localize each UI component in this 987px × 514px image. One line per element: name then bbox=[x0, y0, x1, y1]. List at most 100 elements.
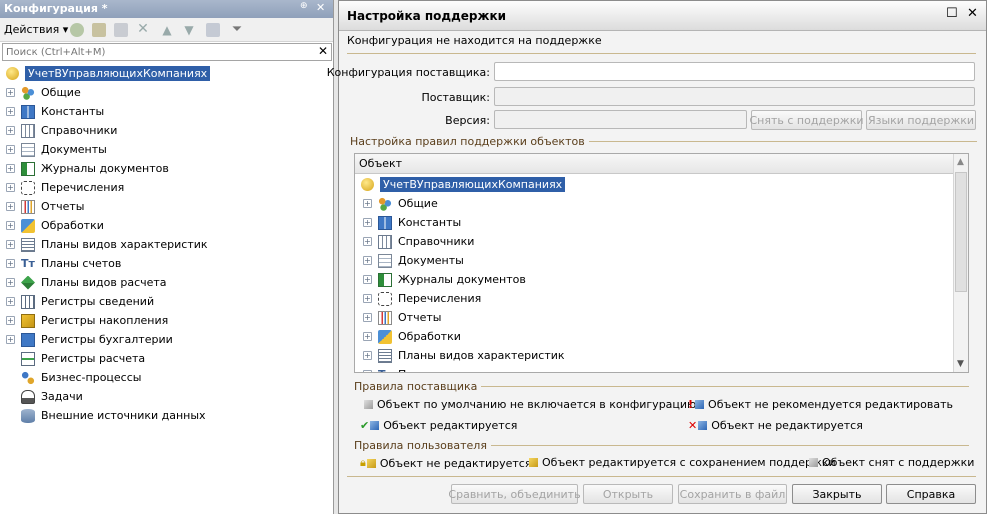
tree-item[interactable]: + Перечисления bbox=[6, 178, 124, 197]
tree-item[interactable]: Бизнес-процессы bbox=[6, 368, 141, 387]
enums-icon bbox=[21, 180, 35, 195]
tree-item[interactable]: + Планы видов расчета bbox=[6, 273, 167, 292]
actions-menu[interactable]: Действия ▾ bbox=[4, 23, 68, 36]
tree-item[interactable]: + Документы bbox=[363, 251, 464, 270]
expand-icon[interactable]: + bbox=[6, 88, 15, 97]
move-up-icon[interactable]: ▲ bbox=[160, 23, 174, 37]
accum-register-icon bbox=[21, 313, 35, 328]
scroll-down-icon[interactable]: ▼ bbox=[957, 359, 964, 369]
compare-merge-button[interactable]: Сравнить, объединить bbox=[448, 484, 581, 504]
tree-item-label: Регистры бухгалтерии bbox=[41, 333, 173, 346]
tree-item[interactable]: + Журналы документов bbox=[6, 159, 169, 178]
expand-icon[interactable]: + bbox=[6, 221, 15, 230]
expand-icon[interactable]: + bbox=[6, 126, 15, 135]
scroll-thumb[interactable] bbox=[955, 172, 967, 292]
expand-icon[interactable]: + bbox=[6, 316, 15, 325]
help-button[interactable]: Справка bbox=[886, 484, 976, 504]
tree-item[interactable]: + Планы видов характеристик bbox=[6, 235, 208, 254]
expand-icon[interactable]: + bbox=[363, 218, 372, 227]
tree-item-label: Отчеты bbox=[398, 311, 442, 324]
expand-icon[interactable]: + bbox=[363, 313, 372, 322]
tree-item[interactable]: + Справочники bbox=[363, 232, 474, 251]
tree-column-header[interactable]: Объект bbox=[355, 154, 968, 174]
tree-root[interactable]: УчетВУправляющихКомпаниях bbox=[6, 64, 211, 83]
tree-item[interactable]: + Тт Планы счетов bbox=[363, 365, 478, 372]
search-input[interactable] bbox=[3, 44, 313, 60]
maximize-icon[interactable]: ☐ bbox=[946, 6, 958, 21]
version-field[interactable] bbox=[494, 110, 747, 129]
move-down-icon[interactable]: ▼ bbox=[182, 23, 196, 37]
tree-item[interactable]: + Справочники bbox=[6, 121, 117, 140]
clear-search-icon[interactable]: ✕ bbox=[318, 44, 328, 58]
tree-item[interactable]: + Отчеты bbox=[6, 197, 84, 216]
object-cube-icon bbox=[370, 421, 380, 430]
vendor-rules-title: Правила поставщика bbox=[354, 380, 478, 393]
tree-scrollbar[interactable]: ▲ ▼ bbox=[953, 154, 968, 372]
remove-support-button[interactable]: Снять с поддержки bbox=[750, 110, 864, 130]
tree-item[interactable]: + Планы видов характеристик bbox=[363, 346, 565, 365]
support-languages-button[interactable]: Языки поддержки bbox=[866, 110, 976, 130]
tree-item[interactable]: Задачи bbox=[6, 387, 83, 406]
expand-icon[interactable]: + bbox=[6, 202, 15, 211]
add-icon[interactable] bbox=[70, 23, 84, 37]
rule-not-included: Объект по умолчанию не включается в конф… bbox=[364, 398, 696, 411]
expand-icon[interactable]: + bbox=[6, 107, 15, 116]
expand-icon[interactable]: + bbox=[363, 351, 372, 360]
properties-icon[interactable] bbox=[206, 23, 220, 37]
tree-item-label: Журналы документов bbox=[41, 162, 169, 175]
expand-icon[interactable]: + bbox=[363, 275, 372, 284]
tree-item[interactable]: + Обработки bbox=[6, 216, 104, 235]
objects-tree: Объект УчетВУправляющихКомпаниях + Общие +… bbox=[354, 153, 969, 373]
tree-item[interactable]: + Журналы документов bbox=[363, 270, 526, 289]
tree-item[interactable]: + Константы bbox=[363, 213, 461, 232]
tree-item[interactable]: Внешние источники данных bbox=[6, 406, 206, 425]
expand-icon[interactable]: + bbox=[6, 183, 15, 192]
tree-item-label: Регистры накопления bbox=[41, 314, 169, 327]
tree-item[interactable]: + Тт Планы счетов bbox=[6, 254, 121, 273]
expand-icon[interactable]: + bbox=[6, 335, 15, 344]
objects-tree-root[interactable]: УчетВУправляющихКомпаниях bbox=[361, 175, 566, 194]
expand-icon[interactable]: + bbox=[6, 240, 15, 249]
expand-icon[interactable]: + bbox=[363, 199, 372, 208]
tree-item[interactable]: + Документы bbox=[6, 140, 107, 159]
tree-item[interactable]: + Регистры накопления bbox=[6, 311, 168, 330]
expand-icon[interactable]: + bbox=[6, 297, 15, 306]
expand-icon[interactable]: + bbox=[6, 145, 15, 154]
expand-icon[interactable]: + bbox=[6, 278, 15, 287]
filter-icon[interactable]: ⏷ bbox=[230, 23, 244, 37]
tree-item[interactable]: + Регистры сведений bbox=[6, 292, 154, 311]
delete-icon[interactable]: ✕ bbox=[136, 22, 150, 37]
support-status: Конфигурация не находится на поддержке bbox=[347, 34, 602, 47]
tree-item-label: Планы видов характеристик bbox=[398, 349, 565, 362]
calc-register-icon bbox=[21, 351, 35, 366]
tree-item[interactable]: + Регистры бухгалтерии bbox=[6, 330, 173, 349]
vendor-config-field[interactable] bbox=[494, 62, 975, 81]
tree-item[interactable]: + Перечисления bbox=[363, 289, 481, 308]
save-to-file-button[interactable]: Сохранить в файл bbox=[678, 484, 787, 504]
close-panel-icon[interactable]: ✕ bbox=[316, 1, 325, 14]
tree-item[interactable]: + Общие bbox=[6, 83, 81, 102]
reports-icon bbox=[21, 199, 35, 214]
tree-item[interactable]: + Общие bbox=[363, 194, 438, 213]
expand-icon[interactable]: + bbox=[363, 256, 372, 265]
pin-icon[interactable]: ⊕ bbox=[300, 1, 308, 11]
accounting-register-icon bbox=[21, 332, 35, 347]
tree-item[interactable]: + Отчеты bbox=[363, 308, 441, 327]
expand-icon[interactable]: + bbox=[363, 370, 372, 372]
expand-icon[interactable]: + bbox=[6, 259, 15, 268]
close-dialog-icon[interactable]: ✕ bbox=[967, 6, 978, 21]
edit-icon[interactable] bbox=[92, 23, 106, 37]
tree-item[interactable]: + Константы bbox=[6, 102, 104, 121]
expand-icon[interactable]: + bbox=[6, 164, 15, 173]
copy-icon[interactable] bbox=[114, 23, 128, 37]
expand-icon[interactable]: + bbox=[363, 332, 372, 341]
scroll-up-icon[interactable]: ▲ bbox=[957, 157, 964, 167]
expand-icon[interactable]: + bbox=[363, 294, 372, 303]
close-button[interactable]: Закрыть bbox=[792, 484, 882, 504]
expand-icon[interactable]: + bbox=[363, 237, 372, 246]
tree-item[interactable]: Регистры расчета bbox=[6, 349, 145, 368]
vendor-field[interactable] bbox=[494, 87, 975, 106]
tree-item-label: Перечисления bbox=[398, 292, 482, 305]
open-button[interactable]: Открыть bbox=[583, 484, 673, 504]
tree-item[interactable]: + Обработки bbox=[363, 327, 461, 346]
